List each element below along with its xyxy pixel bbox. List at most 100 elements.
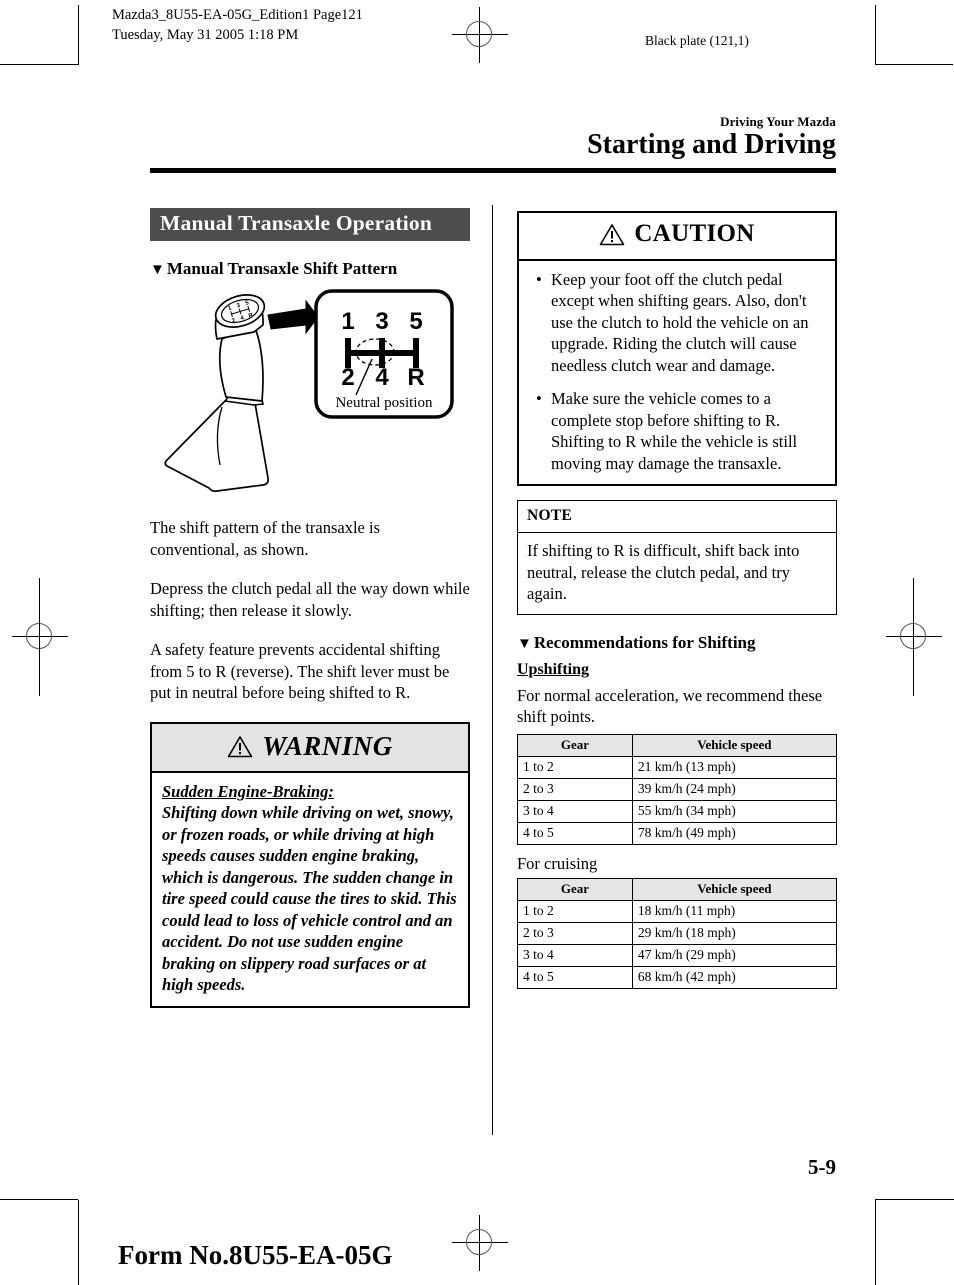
crop-line-top-right-rule	[875, 64, 953, 65]
warning-box: WARNING Sudden Engine-Braking: Shifting …	[150, 721, 470, 1008]
svg-text:3: 3	[375, 308, 388, 335]
triangle-down-icon: ▼	[517, 635, 532, 652]
recommendations-heading-label: Recommendations for Shifting	[533, 632, 756, 652]
paragraph-shift-pattern: The shift pattern of the transaxle is co…	[150, 518, 381, 559]
running-head-eyebrow: Driving Your Mazda	[720, 114, 836, 129]
table-row: 4 to 5 68 km/h (42 mph)	[517, 966, 838, 989]
manual-page: Mazda3_8U55-EA-05G_Edition1 Page121 Tues…	[0, 0, 954, 1285]
registration-mark-left	[12, 609, 68, 665]
registration-mark-right	[886, 609, 942, 665]
crop-line-bottom-right-rule	[875, 1199, 954, 1200]
neutral-position-label: Neutral position	[335, 395, 433, 411]
caution-item-text: Keep your foot off the clutch pedal exce…	[551, 269, 809, 375]
caution-bullet-list: • Keep your foot off the clutch pedal ex…	[529, 269, 825, 475]
cell-speed: 21 km/h (13 mph)	[631, 755, 838, 779]
subsection-heading-label: Manual Transaxle Shift Pattern	[166, 259, 398, 278]
print-job-file: Mazda3_8U55-EA-05G_Edition1 Page121	[112, 7, 363, 23]
cell-gear: 1 to 2	[517, 755, 633, 779]
right-column: CAUTION • Keep your foot off the clutch …	[517, 205, 838, 997]
triangle-down-icon: ▼	[150, 262, 165, 278]
left-column: Manual Transaxle Operation ▼ Manual Tran…	[150, 205, 470, 1022]
table-row: 2 to 3 29 km/h (18 mph)	[517, 922, 838, 945]
caution-box-header: CAUTION	[519, 213, 835, 261]
title-rule	[150, 168, 836, 173]
table-header-row: Gear Vehicle speed	[517, 878, 838, 901]
warning-box-text: Shifting down while driving on wet, snow…	[162, 803, 457, 994]
table-row: 1 to 2 21 km/h (13 mph)	[517, 755, 838, 779]
caution-box: CAUTION • Keep your foot off the clutch …	[517, 211, 837, 486]
manual-transaxle-shift-pattern-diagram: 135 24R 1 3 5 2 4 R Neutral position	[150, 285, 470, 505]
registration-mark-bottom	[452, 1215, 508, 1271]
paragraph-safety-feature: A safety feature prevents accidental shi…	[150, 640, 450, 702]
warning-triangle-icon	[227, 735, 253, 758]
note-box: NOTE If shifting to R is difficult, shif…	[517, 500, 837, 615]
note-box-body: If shifting to R is difficult, shift bac…	[527, 541, 800, 603]
svg-text:1: 1	[341, 308, 354, 335]
table-row: 4 to 5 78 km/h (49 mph)	[517, 821, 838, 845]
bullet-glyph: •	[536, 269, 542, 289]
print-job-metadata: Mazda3_8U55-EA-05G_Edition1 Page121 Tues…	[112, 5, 363, 45]
table-header-row: Gear Vehicle speed	[517, 733, 838, 757]
cell-speed: 68 km/h (42 mph)	[631, 966, 838, 989]
bullet-glyph: •	[536, 389, 542, 408]
section-band-heading: Manual Transaxle Operation	[150, 208, 470, 241]
upshifting-shift-points-table: Gear Vehicle speed 1 to 2 21 km/h (13 mp…	[517, 733, 838, 845]
cell-speed: 47 km/h (29 mph)	[631, 944, 838, 967]
crop-line-left	[39, 578, 40, 696]
list-item: • Keep your foot off the clutch pedal ex…	[536, 269, 825, 377]
crop-line-bottom-right	[875, 1200, 876, 1285]
caution-item-text: Make sure the vehicle comes to a complet…	[551, 389, 798, 473]
table-row: 2 to 3 39 km/h (24 mph)	[517, 777, 838, 801]
crop-line-top-right	[875, 5, 876, 65]
table-row: 3 to 4 55 km/h (34 mph)	[517, 799, 838, 823]
svg-text:R: R	[407, 364, 424, 391]
cell-speed: 78 km/h (49 mph)	[631, 821, 838, 845]
cell-gear: 4 to 5	[517, 966, 633, 989]
cruising-shift-points-table: Gear Vehicle speed 1 to 2 18 km/h (11 mp…	[517, 878, 838, 989]
caution-box-body: • Keep your foot off the clutch pedal ex…	[519, 261, 835, 485]
cell-gear: 1 to 2	[517, 900, 633, 923]
upshifting-heading: Upshifting	[517, 660, 590, 678]
print-job-timestamp: Tuesday, May 31 2005 1:18 PM	[112, 27, 299, 43]
cell-speed: 29 km/h (18 mph)	[631, 922, 838, 945]
upshifting-intro: For normal acceleration, we recommend th…	[517, 685, 823, 727]
registration-mark-top	[452, 7, 508, 63]
form-number: Form No.8U55-EA-05G	[118, 1240, 393, 1270]
cell-gear: 3 to 4	[517, 799, 633, 823]
crop-line-bottom-left	[78, 1200, 79, 1285]
subsection-heading: ▼ Manual Transaxle Shift Pattern	[150, 259, 470, 279]
plate-label: Black plate (121,1)	[645, 33, 749, 48]
warning-box-title: WARNING	[262, 730, 393, 761]
cell-speed: 18 km/h (11 mph)	[631, 900, 838, 923]
table-row: 3 to 4 47 km/h (29 mph)	[517, 944, 838, 967]
paragraph-clutch-pedal: Depress the clutch pedal all the way dow…	[150, 579, 470, 620]
warning-triangle-icon	[599, 223, 625, 246]
crop-line-top-left	[78, 5, 79, 65]
chapter-title: Starting and Driving	[587, 129, 836, 160]
column-divider	[492, 205, 493, 1135]
cell-gear: 2 to 3	[517, 922, 633, 945]
column-header-gear: Gear	[517, 878, 633, 901]
cell-gear: 2 to 3	[517, 777, 633, 801]
cruising-caption: For cruising	[517, 853, 598, 873]
crop-line-bottom-left-rule	[0, 1199, 78, 1200]
column-header-speed: Vehicle speed	[631, 733, 838, 757]
warning-box-lead: Sudden Engine-Braking:	[162, 781, 334, 801]
column-header-gear: Gear	[517, 733, 633, 757]
svg-text:2: 2	[341, 364, 354, 391]
cell-gear: 4 to 5	[517, 821, 633, 845]
crop-line-top-left-rule	[0, 64, 78, 65]
svg-text:4: 4	[375, 364, 389, 391]
cell-speed: 55 km/h (34 mph)	[631, 799, 838, 823]
column-header-speed: Vehicle speed	[631, 878, 838, 901]
warning-box-body: Sudden Engine-Braking: Shifting down whi…	[152, 773, 468, 1006]
svg-text:5: 5	[409, 308, 422, 335]
crop-line-right	[913, 578, 914, 696]
caution-box-title: CAUTION	[634, 220, 755, 247]
cell-speed: 39 km/h (24 mph)	[631, 777, 838, 801]
shift-pattern-svg: 135 24R 1 3 5 2 4 R Neutral position	[164, 289, 454, 493]
cell-gear: 3 to 4	[517, 944, 633, 967]
table-row: 1 to 2 18 km/h (11 mph)	[517, 900, 838, 923]
warning-box-header: WARNING	[152, 723, 468, 773]
page-number: 5-9	[808, 1155, 836, 1179]
